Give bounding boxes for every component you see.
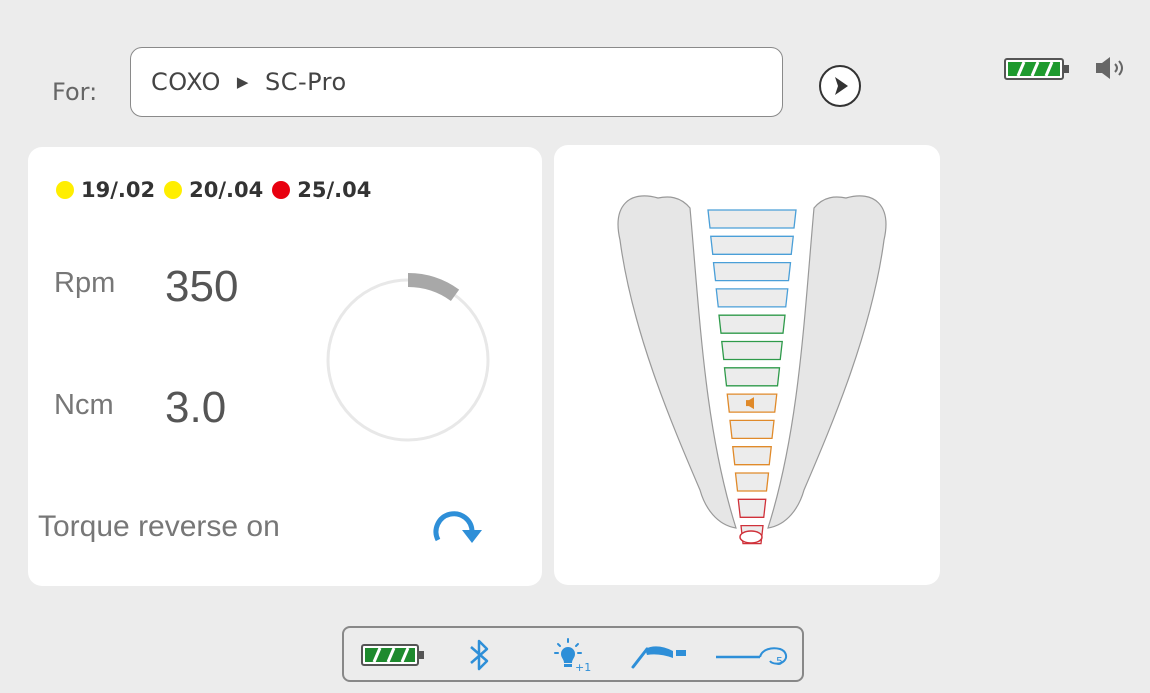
file-label: 20/.04 [189,178,264,202]
apex-marker [739,530,763,544]
breadcrumb-arrow: ▶ [236,73,249,91]
file-item[interactable]: 25/.04 [272,178,371,202]
status-bar: +1 5 [342,626,804,682]
file-system-selector[interactable]: COXO ▶ SC-Pro [130,47,783,117]
tooth-apex-diagram [617,195,887,545]
torque-reverse-label: Torque reverse on [38,510,280,543]
file-status-dot [272,181,291,199]
apex-segment [712,261,792,282]
file-label: 19/.02 [81,178,156,202]
file-sequence: 19/.02 20/.04 25/.04 [56,178,380,202]
gauge-level-arc [407,273,460,302]
apex-segment [729,419,775,440]
apex-segment [718,314,786,334]
reverse-rotation-icon[interactable] [428,500,492,550]
apex-segment [732,446,772,466]
apex-segment [710,235,794,255]
next-arrow-icon[interactable] [817,63,863,109]
rpm-label: Rpm [54,267,116,299]
for-label: For: [52,78,98,106]
file-item[interactable]: 20/.04 [164,178,263,202]
apex-file-clip-icon[interactable]: 5 [714,637,794,673]
file-status-dot [164,181,183,199]
speaker-icon[interactable] [1094,55,1134,81]
file-label: 25/.04 [297,178,372,202]
apex-segment [737,498,767,518]
light-bulb-icon[interactable]: +1 [552,637,592,673]
svg-text:+1: +1 [575,661,591,673]
battery-icon [1004,58,1069,80]
torque-gauge [326,273,490,442]
bluetooth-icon[interactable] [464,637,494,673]
handpiece-icon[interactable] [629,637,691,673]
rpm-value[interactable]: 350 [165,262,238,312]
file-item[interactable]: 19/.02 [56,178,155,202]
apex-segment [707,209,797,229]
brand-name: COXO [151,68,221,96]
ncm-value[interactable]: 3.0 [165,383,226,433]
battery-icon [361,644,424,666]
file-status-dot [56,181,74,199]
model-name: SC-Pro [264,68,347,96]
ncm-label: Ncm [54,389,114,421]
apex-segment [734,472,770,492]
svg-text:5: 5 [776,655,783,668]
apex-segment [715,288,789,308]
apex-segment [723,367,781,387]
apex-segment [721,340,783,361]
